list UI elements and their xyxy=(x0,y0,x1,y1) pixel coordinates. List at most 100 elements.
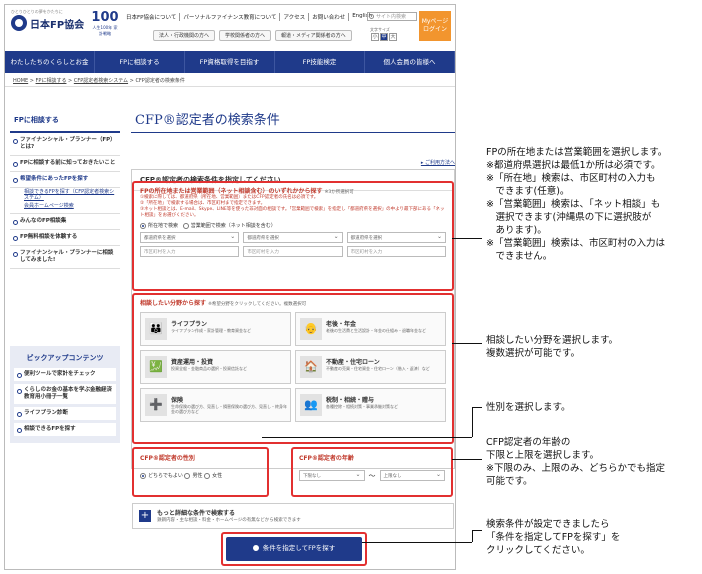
annotation-line: できません。 xyxy=(486,251,553,262)
field-card-desc: ライフプラン作成・家計管理・教育資金など xyxy=(171,328,251,333)
help-link[interactable]: ▸ ご利用方法へ xyxy=(131,159,455,166)
annotation-line: FPの所在地または営業範囲を選択します。 xyxy=(486,147,668,158)
gender-title: CFP®認定者の性別 xyxy=(140,455,195,462)
age-lower-select[interactable]: 下限なし xyxy=(299,470,365,481)
city-input-3[interactable]: 市区町村を入力 xyxy=(346,246,446,257)
age-title: CFP®認定者の年齢 xyxy=(299,455,354,462)
connector-line-1 xyxy=(452,238,482,239)
nav-qualification[interactable]: FP資格取得を目指す xyxy=(185,51,275,73)
advanced-search-title: もっと詳細な条件で検索する xyxy=(157,510,236,517)
field-card-tax[interactable]: 👥 税制・相続・贈与 各種控除・相続対策・事業承継対策など xyxy=(295,388,446,422)
pickup-item-tool[interactable]: 便利ツールで家計をチェック xyxy=(14,368,116,381)
search-button-frame: 条件を指定してFPを探す xyxy=(221,532,367,566)
prefecture-select-3[interactable]: 都道府県を選択 xyxy=(346,232,446,243)
location-mode-radios: 所在地で検索 営業範囲で検索（ネット相談を含む） xyxy=(140,222,446,229)
connector-line-3 xyxy=(262,437,472,438)
city-input-2[interactable]: 市区町村を入力 xyxy=(243,246,343,257)
nav-exam[interactable]: FP技能検定 xyxy=(275,51,365,73)
pickup-item-booklet[interactable]: くらしのお金の基本を学ぶ金融経済教育用小冊子一覧 xyxy=(14,384,116,404)
top-links: 日本FP協会について パーソナルファイナンス教育について アクセス お問い合わせ… xyxy=(123,13,375,21)
field-card-insurance[interactable]: ➕ 保険 生命保険の選び方、見直し・損害保険の選び方、見直し・終身年金の選び方など xyxy=(140,388,291,422)
prefecture-select-1[interactable]: 都道府県を選択 xyxy=(140,232,240,243)
mypage-login-button[interactable]: Myページ ログイン xyxy=(419,11,451,41)
field-card-investment[interactable]: 💹 資産運用・投資 投資全般・金融商品の選択・投資信託など xyxy=(140,350,291,384)
campaign-logo[interactable]: 100 人生100年 家計戦略 xyxy=(91,11,119,37)
radio-by-area[interactable] xyxy=(182,222,189,229)
annotation-field: 相談したい分野を選択します。 複数選択が可能です。 xyxy=(486,334,618,360)
search-icon xyxy=(369,14,374,19)
plus-icon: ➕ xyxy=(145,394,167,416)
sidebar-item-before-consult[interactable]: FPに相談する前に知っておきたいこと xyxy=(10,156,120,172)
people-icon: 👥 xyxy=(300,394,322,416)
link-about[interactable]: 日本FP協会について xyxy=(123,13,181,21)
link-education[interactable]: パーソナルファイナンス教育について xyxy=(180,13,281,21)
field-card-title: 不動産・住宅ローン xyxy=(326,359,380,366)
radio-gender-male[interactable] xyxy=(184,472,191,479)
school-button[interactable]: 学校関係者の方へ xyxy=(219,30,272,41)
annotation-line: 複数選択が可能です。 xyxy=(486,348,581,359)
annotation-line: 選択できます(沖縄県の下に選択肢が xyxy=(486,212,652,223)
logo-text: 日本FP協会 xyxy=(30,19,85,31)
field-card-desc: 不動産の売買・住宅資金・住宅ローン（借入・返済）など xyxy=(326,366,430,371)
sidebar-item-consult-cases[interactable]: みんなのFP相談集 xyxy=(10,214,120,230)
font-large-button[interactable]: 大 xyxy=(389,33,397,41)
link-access[interactable]: アクセス xyxy=(280,13,310,21)
sidebar: FPに相談する ファイナンシャル・プランナー（FP）とは? FPに相談する前に知… xyxy=(10,109,120,269)
sidebar-item-about-fp[interactable]: ファイナンシャル・プランナー（FP）とは? xyxy=(10,133,120,156)
sidebar-item-free-consult[interactable]: FP無料相談を体験する xyxy=(10,230,120,246)
site-logo[interactable]: 日本FP協会 xyxy=(11,15,84,31)
help-link-label: ご利用方法へ xyxy=(424,160,455,166)
sidebar-item-tried-consult[interactable]: ファイナンシャル・プランナーに相談してみました! xyxy=(10,246,120,269)
annotation-line: 相談したい分野を選択します。 xyxy=(486,335,619,346)
field-card-desc: 投資全般・金融商品の選択・投資信託など xyxy=(171,366,247,371)
radio-by-area-label: 営業範囲で検索（ネット相談を含む） xyxy=(190,223,276,229)
corporate-button[interactable]: 法人・行政機関の方へ xyxy=(153,30,216,41)
field-card-desc: 各種控除・相続対策・事業承継対策など xyxy=(326,404,398,409)
field-title-text: 相談したい分野から探す xyxy=(140,300,207,307)
sidebar-subitem-cfp-search[interactable]: 相談できるFPを探す（CFP認定者検索システム） xyxy=(10,188,120,202)
advanced-search-toggle[interactable]: + もっと詳細な条件で検索する 鉄鋼内容・主な相談・料金・ホームページの有無など… xyxy=(132,503,454,529)
field-card-title: 保険 xyxy=(171,397,184,404)
link-contact[interactable]: お問い合わせ xyxy=(309,13,350,21)
sidebar-item-find-fp[interactable]: 希望条件にあったFPを探す xyxy=(10,172,120,188)
annotation-line: 「条件を指定してFPを探す」を xyxy=(486,532,621,543)
sidebar-subitem-member-search[interactable]: 会員ホームページ検索 xyxy=(10,202,120,214)
breadcrumb-home[interactable]: HOME xyxy=(13,78,28,84)
radio-gender-any[interactable] xyxy=(140,472,146,479)
advanced-search-desc: 鉄鋼内容・主な相談・料金・ホームページの有無などから検索できます xyxy=(157,518,301,523)
radio-gender-female[interactable] xyxy=(204,472,211,479)
nav-consult[interactable]: FPに相談する xyxy=(95,51,185,73)
age-upper-select[interactable]: 上限なし xyxy=(379,470,445,481)
age-section: CFP®認定者の年齢 下限なし 〜 上限なし xyxy=(291,447,453,497)
breadcrumb-system[interactable]: CFP認定者検索システム xyxy=(74,78,128,84)
pickup-item-diagnosis[interactable]: ライフプラン診断 xyxy=(14,407,116,420)
breadcrumb-consult[interactable]: FPに相談する xyxy=(36,78,67,84)
font-small-button[interactable]: 小 xyxy=(371,33,379,41)
global-nav: わたしたちのくらしとお金 FPに相談する FP資格取得を目指す FP技能検定 個… xyxy=(5,51,455,73)
field-card-retirement[interactable]: 👴 老後・年金 老後の生活費と生活設計・年金の仕組み・退職年金など xyxy=(295,312,446,346)
pickup-item-find-fp[interactable]: 相談できるFPを探す xyxy=(14,423,116,436)
prefecture-select-2[interactable]: 都道府県を選択 xyxy=(243,232,343,243)
audience-buttons: 法人・行政機関の方へ 学校関係者の方へ 報道・メディア関係者の方へ xyxy=(153,30,352,41)
arrow-circle-icon xyxy=(252,545,259,551)
login-label: ログイン xyxy=(422,26,447,33)
font-medium-button[interactable]: 中 xyxy=(380,33,388,41)
font-size-control: 文字サイズ 小中大 xyxy=(370,27,397,41)
annotation-line: CFP認定者の年齢の xyxy=(486,437,571,448)
age-separator: 〜 xyxy=(368,471,376,480)
field-card-realestate[interactable]: 🏠 不動産・住宅ローン 不動産の売買・住宅資金・住宅ローン（借入・返済）など xyxy=(295,350,446,384)
field-title: 相談したい分野から探す ※希望分野をクリックしてください。複数選択可 xyxy=(140,298,446,307)
field-card-lifeplan[interactable]: 👪 ライフプラン ライフプラン作成・家計管理・教育資金など xyxy=(140,312,291,346)
annotation-location: FPの所在地または営業範囲を選択します。 ※都道府県選択は最低1か所は必須です。… xyxy=(486,146,667,263)
connector-line-3h xyxy=(472,407,482,408)
nav-lifestyle[interactable]: わたしたちのくらしとお金 xyxy=(5,51,95,73)
nav-members[interactable]: 個人会員の皆様へ xyxy=(365,51,455,73)
city-input-1[interactable]: 市区町村を入力 xyxy=(140,246,240,257)
radio-by-address[interactable] xyxy=(140,222,146,229)
sidebar-title[interactable]: FPに相談する xyxy=(10,109,120,133)
mypage-label: Myページ xyxy=(421,18,449,25)
media-button[interactable]: 報道・メディア関係者の方へ xyxy=(275,30,352,41)
search-input[interactable]: サイト内検索 xyxy=(367,12,417,21)
search-fp-button[interactable]: 条件を指定してFPを探す xyxy=(226,537,362,561)
search-fp-button-label: 条件を指定してFPを探す xyxy=(262,544,336,552)
